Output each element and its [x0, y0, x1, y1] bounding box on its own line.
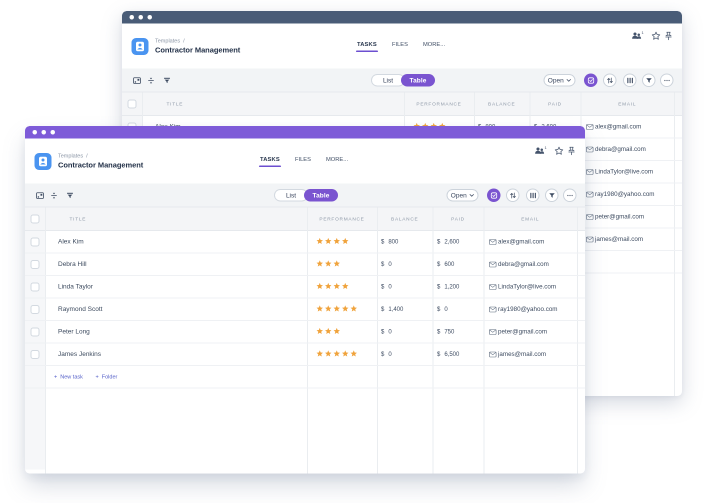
svg-text:1: 1 [642, 31, 645, 35]
svg-text:1: 1 [545, 146, 548, 150]
